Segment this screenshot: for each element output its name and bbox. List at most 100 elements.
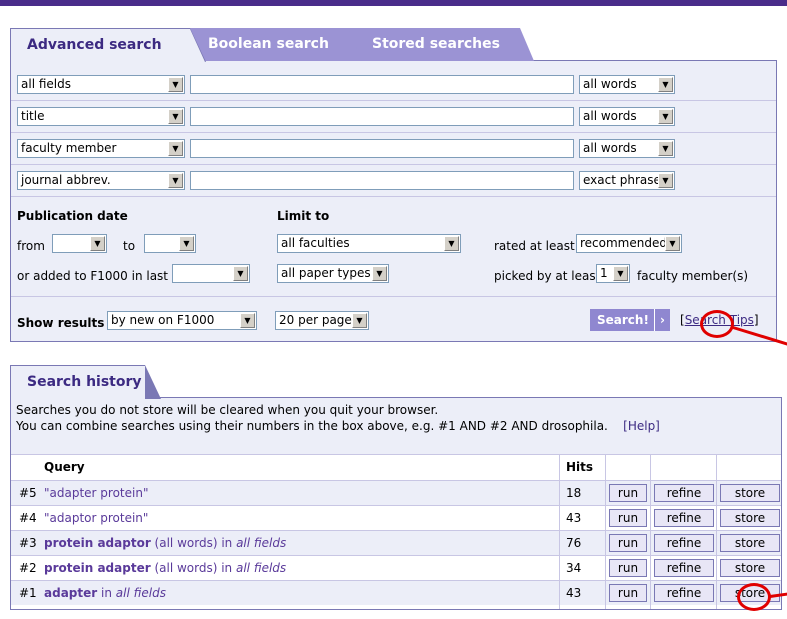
store-button[interactable]: store: [720, 509, 780, 527]
to-select[interactable]: ▼: [144, 234, 196, 253]
query-in: in: [221, 536, 237, 550]
run-button[interactable]: run: [609, 509, 647, 527]
query-term: protein adapter: [44, 561, 151, 575]
query-mode: (all words): [150, 561, 222, 575]
column-divider: [716, 454, 717, 609]
column-divider: [650, 454, 651, 609]
run-button[interactable]: run: [609, 534, 647, 552]
paper-types-select[interactable]: all paper types ▼: [277, 264, 389, 283]
search-input-1[interactable]: [190, 75, 574, 94]
show-results-label: Show results: [17, 316, 105, 330]
help-link[interactable]: [Help]: [623, 419, 660, 433]
search-input-2[interactable]: [190, 107, 574, 126]
field-select-3[interactable]: faculty member ▼: [17, 139, 185, 158]
row-number: #1: [19, 586, 37, 600]
hits-count: 18: [566, 486, 582, 500]
history-info-line2: You can combine searches using their num…: [16, 419, 660, 433]
chevron-down-icon: ▼: [168, 141, 183, 156]
chevron-down-icon: ▼: [168, 173, 183, 188]
mode-select-3[interactable]: all words ▼: [579, 139, 675, 158]
from-select[interactable]: ▼: [52, 234, 107, 253]
run-button[interactable]: run: [609, 584, 647, 602]
mode-select-2[interactable]: all words ▼: [579, 107, 675, 126]
hits-count: 34: [566, 561, 582, 575]
refine-button[interactable]: refine: [654, 584, 714, 602]
search-button-label: Search!: [597, 313, 649, 327]
mode-select-1[interactable]: all words ▼: [579, 75, 675, 94]
tab-stored-searches[interactable]: Stored searches: [340, 28, 534, 61]
mode-select-4-value: exact phrase: [583, 173, 661, 187]
search-button[interactable]: Search! ›: [590, 309, 670, 331]
mode-select-1-value: all words: [583, 77, 637, 91]
row-number: #3: [19, 536, 37, 550]
tab-advanced-search[interactable]: Advanced search: [10, 28, 206, 62]
divider: [11, 196, 776, 197]
refine-button[interactable]: refine: [654, 484, 714, 502]
annotation-circle-store: [737, 583, 771, 611]
store-button[interactable]: store: [720, 559, 780, 577]
divider: [11, 132, 776, 133]
paper-types-select-value: all paper types: [281, 266, 371, 280]
query-term: protein adaptor: [44, 536, 151, 550]
table-row: #2 protein adapter (all words) in all fi…: [11, 556, 781, 580]
history-info-line1: Searches you do not store will be cleare…: [16, 403, 439, 417]
chevron-down-icon: ▼: [179, 236, 194, 251]
query-link[interactable]: "adaptor protein": [44, 511, 148, 525]
rated-select[interactable]: recommended ▼: [576, 234, 682, 253]
field-select-4[interactable]: journal abbrev. ▼: [17, 171, 185, 190]
chevron-down-icon: ▼: [665, 236, 680, 251]
hits-count: 43: [566, 511, 582, 525]
history-info-text: You can combine searches using their num…: [16, 419, 608, 433]
search-input-4[interactable]: [190, 171, 574, 190]
mode-select-4[interactable]: exact phrase ▼: [579, 171, 675, 190]
store-button[interactable]: store: [720, 534, 780, 552]
row-number: #5: [19, 486, 37, 500]
column-divider: [559, 454, 560, 609]
chevron-down-icon: ▼: [233, 266, 248, 281]
run-button[interactable]: run: [609, 484, 647, 502]
publication-date-label: Publication date: [17, 209, 128, 223]
limit-to-label: Limit to: [277, 209, 330, 223]
query-mode: (all words): [150, 536, 222, 550]
hits-column-header: Hits: [566, 460, 594, 474]
added-select[interactable]: ▼: [172, 264, 250, 283]
per-page-select[interactable]: 20 per page ▼: [275, 311, 369, 330]
order-select-value: by new on F1000: [111, 313, 215, 327]
top-brand-bar: [0, 0, 787, 6]
faculties-select[interactable]: all faculties ▼: [277, 234, 461, 253]
field-select-1[interactable]: all fields ▼: [17, 75, 185, 94]
query-in: in: [221, 561, 236, 575]
tab-search-history[interactable]: Search history: [10, 365, 161, 399]
store-button[interactable]: store: [720, 484, 780, 502]
advanced-search-panel: all fields ▼ all words ▼ title ▼ all words ▼…: [10, 60, 777, 342]
query-field: all fields: [235, 561, 287, 575]
row-number: #4: [19, 511, 37, 525]
query-field: all fields: [236, 536, 287, 550]
refine-button[interactable]: refine: [654, 534, 714, 552]
chevron-down-icon: ▼: [658, 141, 673, 156]
rated-label: rated at least: [494, 239, 575, 253]
search-history-panel: Searches you do not store will be cleare…: [10, 397, 782, 610]
chevron-down-icon: ▼: [240, 313, 255, 328]
from-label: from: [17, 239, 45, 253]
refine-button[interactable]: refine: [654, 559, 714, 577]
query-link[interactable]: "adapter protein": [44, 486, 148, 500]
chevron-down-icon: ▼: [444, 236, 459, 251]
chevron-down-icon: ▼: [168, 109, 183, 124]
query-link[interactable]: protein adaptor (all words) in all field…: [44, 536, 286, 550]
query-link[interactable]: protein adapter (all words) in all field…: [44, 561, 286, 575]
search-input-3[interactable]: [190, 139, 574, 158]
per-page-select-value: 20 per page: [279, 313, 352, 327]
divider: [11, 296, 776, 297]
run-button[interactable]: run: [609, 559, 647, 577]
rated-select-value: recommended: [580, 236, 667, 250]
table-row: #4 "adaptor protein" 43 run refine store: [11, 506, 781, 530]
query-term: adapter: [44, 586, 98, 600]
field-select-1-value: all fields: [21, 77, 71, 91]
field-select-2[interactable]: title ▼: [17, 107, 185, 126]
refine-button[interactable]: refine: [654, 509, 714, 527]
chevron-down-icon: ▼: [658, 109, 673, 124]
query-link[interactable]: adapter in all fields: [44, 586, 166, 600]
picked-select[interactable]: 1 ▼: [596, 264, 630, 283]
order-select[interactable]: by new on F1000 ▼: [107, 311, 257, 330]
